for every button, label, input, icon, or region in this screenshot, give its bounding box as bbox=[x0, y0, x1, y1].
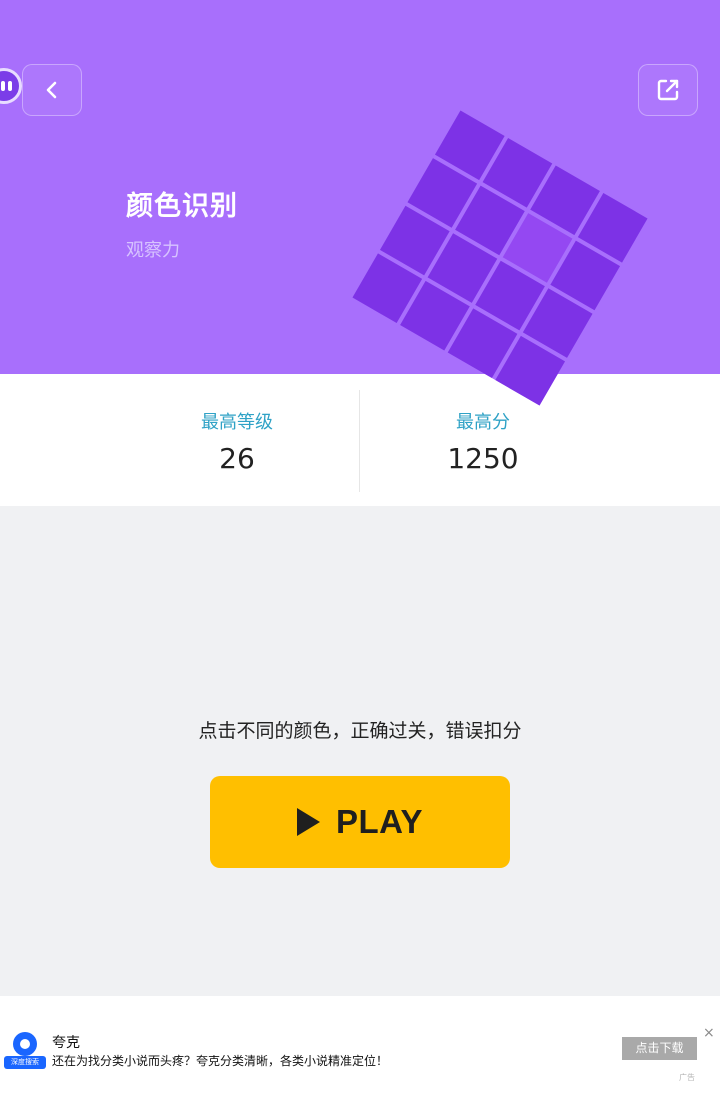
header: 颜色识别 观察力 bbox=[0, 0, 720, 406]
color-grid-illustration bbox=[352, 110, 648, 406]
best-level-value: 26 bbox=[219, 442, 255, 475]
best-score-label: 最高分 bbox=[456, 412, 510, 433]
play-label: PLAY bbox=[336, 803, 423, 840]
best-level-label: 最高等级 bbox=[201, 412, 273, 433]
stats-divider bbox=[359, 390, 360, 492]
quark-logo-icon bbox=[13, 1032, 37, 1056]
share-external-icon bbox=[657, 79, 679, 101]
chat-bubble-icon[interactable] bbox=[0, 68, 22, 104]
best-score-value: 1250 bbox=[447, 442, 519, 475]
ad-banner[interactable]: 深度搜索 夸克 还在为找分类小说而头疼？夸克分类清晰，各类小说精准定位！ 点击下… bbox=[0, 996, 720, 1109]
best-level-stat: 最高等级 26 bbox=[137, 374, 337, 506]
ad-download-button[interactable]: 点击下载 bbox=[622, 1037, 697, 1060]
ad-title: 夸克 bbox=[52, 1035, 80, 1051]
page-title: 颜色识别 bbox=[126, 191, 238, 222]
game-instruction: 点击不同的颜色，正确过关，错误扣分 bbox=[198, 720, 522, 742]
back-button[interactable] bbox=[22, 64, 82, 116]
page-subtitle: 观察力 bbox=[126, 240, 180, 261]
stats-panel: 最高等级 26 最高分 1250 bbox=[0, 374, 720, 506]
best-score-stat: 最高分 1250 bbox=[383, 374, 583, 506]
play-button[interactable]: PLAY bbox=[210, 776, 510, 868]
close-icon[interactable]: × bbox=[703, 1026, 715, 1040]
chevron-left-icon bbox=[46, 81, 57, 99]
share-button[interactable] bbox=[638, 64, 698, 116]
ad-tag: 广告 bbox=[679, 1073, 695, 1082]
play-icon bbox=[297, 808, 320, 836]
ad-description: 还在为找分类小说而头疼？夸克分类清晰，各类小说精准定位！ bbox=[52, 1054, 389, 1068]
quark-logo-text: 深度搜索 bbox=[4, 1056, 46, 1069]
quark-logo: 深度搜索 bbox=[4, 1032, 46, 1070]
